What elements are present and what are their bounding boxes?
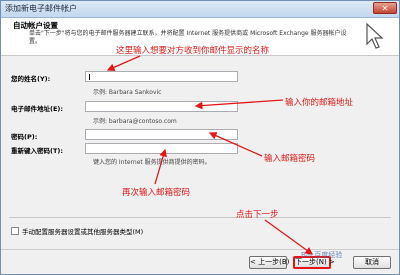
close-button[interactable]: ✕ (373, 2, 397, 14)
email-label: 电子邮件地址(E): (11, 105, 63, 113)
annotation-email: 输入你的邮箱地址 (285, 98, 354, 108)
separator (9, 217, 391, 218)
add-email-account-dialog: 添加新电子邮件帐户 ✕ 自动帐户设置 单击"下一步"将与您的电子邮件服务器建立联… (0, 0, 400, 275)
back-button[interactable]: < 上一步(B) (249, 256, 289, 269)
manual-config-label[interactable]: 手动配置服务器设置或其他服务器类型(M) (22, 226, 143, 236)
annotation-next: 点击下一步 (236, 210, 279, 220)
password-hint: 键入您的 Internet 服务提供商提供的密码。 (93, 159, 211, 166)
annotation-retype: 再次输入邮箱密码 (122, 188, 191, 198)
name-example: 示例: Barbara Sankovic (93, 89, 162, 96)
email-input[interactable] (85, 101, 238, 112)
text-cursor (89, 74, 90, 80)
window-title: 添加新电子邮件帐户 (5, 4, 77, 13)
title-bar: 添加新电子邮件帐户 ✕ (1, 1, 399, 18)
baidu-watermark: Bai 百度经验 (301, 251, 343, 259)
retype-password-label: 重新键入密码(T): (11, 147, 63, 155)
name-input[interactable] (85, 71, 238, 82)
cursor-icon (366, 22, 384, 49)
manual-config-checkbox[interactable] (11, 227, 19, 235)
retype-password-input[interactable] (85, 143, 238, 154)
annotation-password: 输入邮箱密码 (264, 154, 316, 164)
cancel-button[interactable]: 取消 (353, 256, 391, 269)
password-label: 密码(P): (11, 133, 38, 141)
name-label: 您的姓名(Y): (11, 75, 51, 83)
password-input[interactable] (85, 129, 238, 140)
email-example: 示例: barbara@contoso.com (93, 118, 177, 125)
annotation-name: 这里输入想要对方收到你邮件显示的名称 (116, 46, 270, 56)
